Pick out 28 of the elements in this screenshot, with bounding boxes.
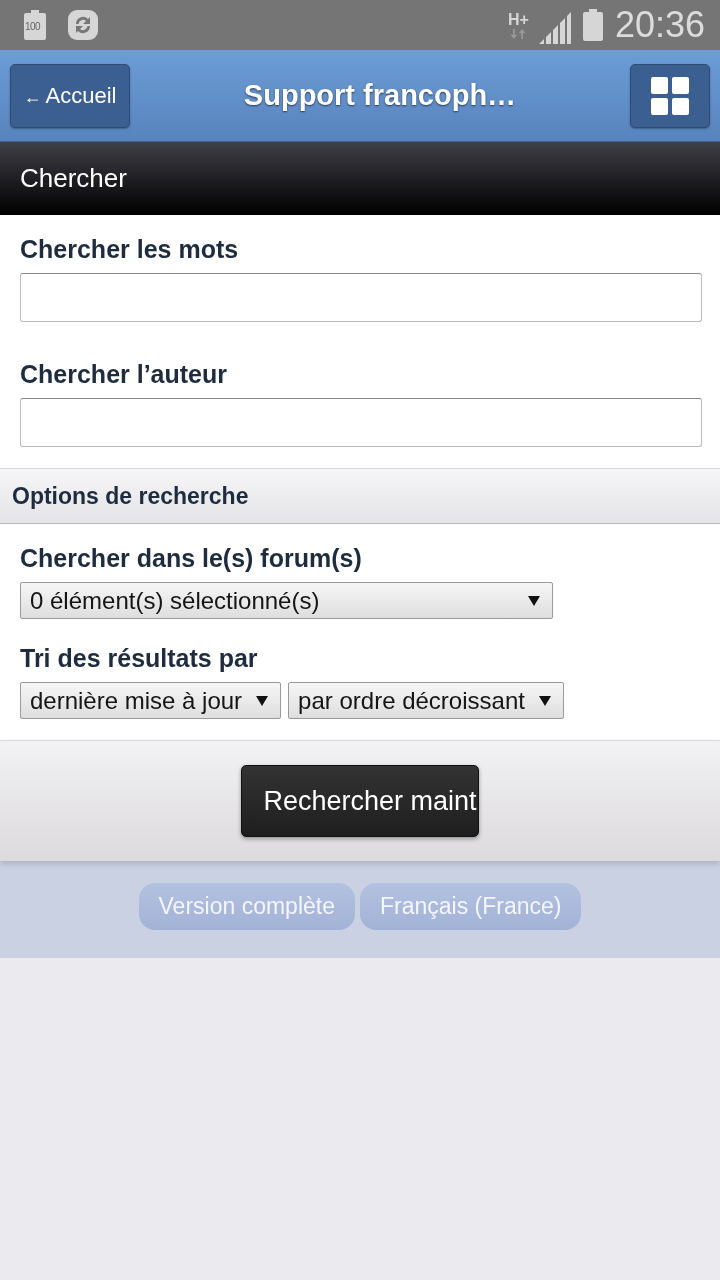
- section-title: Options de recherche: [12, 482, 249, 510]
- grid-icon: [651, 76, 689, 115]
- sync-icon: [68, 10, 98, 40]
- caret-icon: [256, 694, 269, 707]
- back-button[interactable]: ← Accueil: [10, 63, 130, 128]
- signal-icon: [538, 12, 571, 44]
- caret-icon: [538, 694, 551, 707]
- battery-icon: [582, 9, 603, 41]
- arrow-icon: ←: [23, 87, 42, 108]
- field-label: Chercher les mots: [20, 234, 240, 265]
- battery-level-label: 100: [25, 21, 41, 33]
- site-title: Support francoph…: [242, 79, 518, 112]
- search-button[interactable]: Rechercher maint: [241, 765, 479, 837]
- field-label: Chercher l’auteur: [20, 359, 228, 390]
- caret-icon: [528, 594, 540, 607]
- dropdown-select[interactable]: par ordre décroissant: [288, 682, 564, 719]
- text-input-field[interactable]: [20, 398, 702, 447]
- dropdown-select[interactable]: dernière mise à jour: [20, 682, 282, 719]
- dropdown-select[interactable]: 0 élément(s) sélectionné(s): [20, 582, 553, 619]
- clock-time: 20:36: [614, 5, 705, 45]
- field-label: Tri des résultats par: [20, 643, 259, 674]
- network-type-label: H+: [508, 11, 529, 28]
- field-label: Chercher dans le(s) forum(s): [20, 543, 363, 574]
- text-input-field[interactable]: [20, 273, 702, 322]
- battery-icon: [24, 10, 46, 40]
- data-arrows-icon: [510, 28, 527, 39]
- page-title: Chercher: [20, 163, 127, 194]
- grid-button[interactable]: [630, 63, 710, 128]
